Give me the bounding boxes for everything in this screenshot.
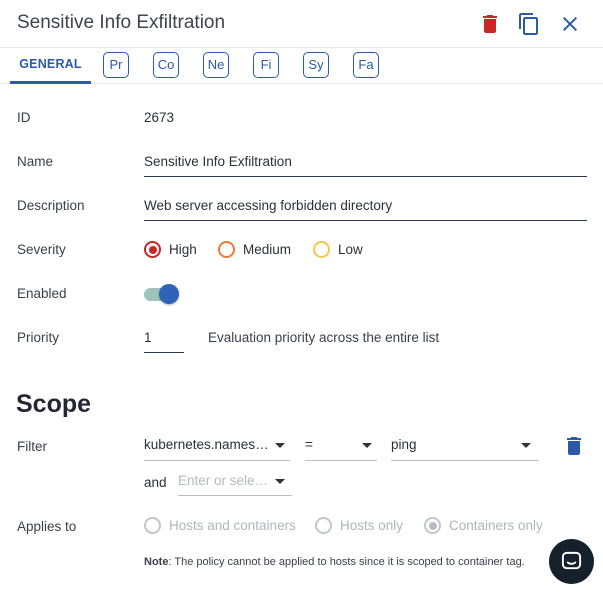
tab-bar: GENERAL Pr Co Ne Fi Sy Fa <box>0 48 603 84</box>
severity-low-label: Low <box>338 242 363 257</box>
chat-support-button[interactable] <box>549 539 594 584</box>
close-icon[interactable] <box>558 12 582 36</box>
filter-value-select[interactable]: ping <box>391 437 539 459</box>
applies-hosts-only-radio[interactable]: Hosts only <box>315 517 403 534</box>
enabled-label: Enabled <box>17 286 67 301</box>
chat-icon <box>561 551 582 570</box>
and-label: and <box>144 475 167 490</box>
id-label: ID <box>17 110 31 125</box>
scope-note: Note: The policy cannot be applied to ho… <box>144 556 525 568</box>
priority-label: Priority <box>17 330 60 345</box>
radio-unselected-icon <box>144 517 161 534</box>
priority-input[interactable]: 1 <box>144 330 152 345</box>
applies-hosts-and-containers-label: Hosts and containers <box>169 518 296 533</box>
radio-unselected-icon <box>315 517 332 534</box>
enabled-toggle[interactable] <box>144 284 179 304</box>
tab-pr[interactable]: Pr <box>103 52 129 78</box>
radio-unselected-icon <box>218 241 235 258</box>
tab-fi[interactable]: Fi <box>253 52 279 78</box>
tab-sy[interactable]: Sy <box>303 52 329 78</box>
filter-key-select[interactable]: kubernetes.names… <box>144 437 290 459</box>
toggle-knob <box>159 284 179 304</box>
filter-label: Filter <box>17 439 47 454</box>
trash-icon[interactable] <box>478 12 502 36</box>
severity-radio-group: High Medium Low <box>0 241 603 261</box>
and-filter-select[interactable]: Enter or sele… <box>178 473 292 495</box>
description-input[interactable]: Web server accessing forbidden directory <box>144 198 392 213</box>
tab-co[interactable]: Co <box>153 52 179 78</box>
severity-medium-label: Medium <box>243 242 292 257</box>
filter-operator-select[interactable]: = <box>305 437 377 459</box>
filter-operator-value: = <box>305 437 313 452</box>
filter-key-underline <box>144 460 290 461</box>
filter-value-underline <box>391 460 539 461</box>
chevron-down-icon <box>275 443 285 448</box>
filter-value-text: ping <box>391 437 417 452</box>
copy-icon[interactable] <box>517 12 541 36</box>
note-prefix: Note <box>144 556 169 568</box>
tab-fa[interactable]: Fa <box>353 52 379 78</box>
page-title: Sensitive Info Exfiltration <box>17 12 226 33</box>
and-filter-placeholder: Enter or sele… <box>178 473 269 488</box>
name-input[interactable]: Sensitive Info Exfiltration <box>144 154 292 169</box>
tab-ne[interactable]: Ne <box>203 52 229 78</box>
name-input-underline <box>144 176 587 177</box>
panel-header: Sensitive Info Exfiltration <box>0 0 603 48</box>
name-label: Name <box>17 154 54 169</box>
priority-input-underline <box>144 352 184 353</box>
chevron-down-icon <box>362 443 372 448</box>
radio-unselected-icon <box>313 241 330 258</box>
severity-high-radio[interactable]: High <box>144 241 197 258</box>
chevron-down-icon <box>521 443 531 448</box>
delete-filter-icon[interactable] <box>565 436 583 456</box>
applies-hosts-and-containers-radio[interactable]: Hosts and containers <box>144 517 296 534</box>
radio-selected-icon <box>424 517 441 534</box>
priority-hint: Evaluation priority across the entire li… <box>208 330 440 345</box>
radio-selected-icon <box>144 241 161 258</box>
severity-medium-radio[interactable]: Medium <box>218 241 291 258</box>
tab-general[interactable]: GENERAL <box>10 48 91 84</box>
note-text: : The policy cannot be applied to hosts … <box>168 556 525 568</box>
and-filter-underline <box>178 495 292 496</box>
scope-title: Scope <box>16 390 92 418</box>
filter-operator-underline <box>305 460 377 461</box>
filter-key-value: kubernetes.names… <box>144 437 269 452</box>
applies-containers-only-label: Containers only <box>449 518 543 533</box>
applies-containers-only-radio[interactable]: Containers only <box>424 517 543 534</box>
applies-hosts-only-label: Hosts only <box>340 518 404 533</box>
severity-low-radio[interactable]: Low <box>313 241 363 258</box>
description-input-underline <box>144 220 587 221</box>
description-label: Description <box>17 198 85 213</box>
chevron-down-icon <box>275 479 285 484</box>
applies-to-radio-group: Hosts and containers Hosts only Containe… <box>0 517 603 537</box>
id-value: 2673 <box>144 110 175 125</box>
severity-high-label: High <box>169 242 197 257</box>
